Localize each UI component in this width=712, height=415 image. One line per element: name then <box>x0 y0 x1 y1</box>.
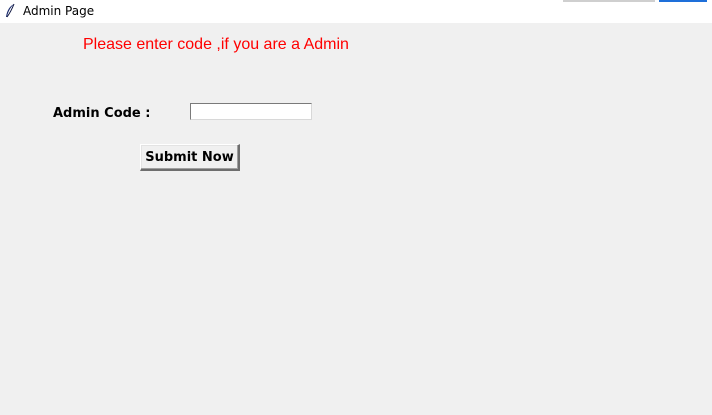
title-bar-edge <box>563 0 655 2</box>
feather-icon <box>6 3 15 18</box>
title-bar: Admin Page <box>0 0 712 23</box>
admin-prompt-text: Please enter code ,if you are a Admin <box>83 36 349 53</box>
submit-button[interactable]: Submit Now <box>140 144 240 171</box>
title-bar-accent <box>659 0 707 2</box>
admin-code-input[interactable] <box>190 103 312 120</box>
admin-code-label: Admin Code : <box>53 106 151 121</box>
window-title: Admin Page <box>23 4 95 18</box>
